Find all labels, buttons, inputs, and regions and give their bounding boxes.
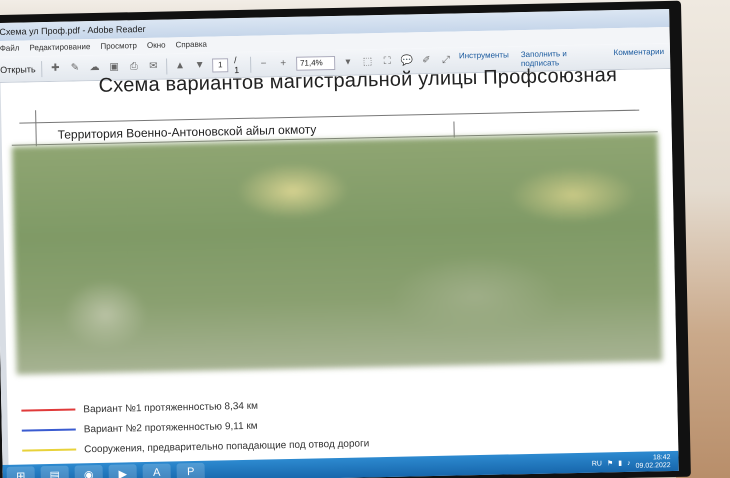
fit-page-icon[interactable]: ⬚: [361, 55, 375, 69]
page-up-icon[interactable]: ▲: [173, 59, 187, 73]
legend-swatch-yellow: [22, 448, 77, 452]
menu-file[interactable]: Файл: [0, 44, 20, 57]
toolbar-separator: [249, 56, 251, 73]
open-button[interactable]: Открыть: [0, 64, 36, 75]
menu-window[interactable]: Окно: [147, 41, 166, 54]
print-icon[interactable]: ⎙: [127, 60, 141, 74]
expand-icon[interactable]: ⤢: [439, 53, 453, 67]
menu-help[interactable]: Справка: [175, 40, 207, 54]
chrome-icon[interactable]: ◉: [74, 464, 103, 478]
save-icon[interactable]: ▣: [107, 60, 121, 74]
comment-icon[interactable]: 💬: [400, 54, 414, 68]
legend-label: Сооружения, предварительно попадающие по…: [84, 437, 370, 455]
frame-line: [19, 109, 640, 124]
frame-line: [35, 110, 37, 147]
zoom-select[interactable]: 71,4%: [295, 55, 336, 71]
page-number-input[interactable]: 1: [212, 57, 229, 73]
network-icon[interactable]: ▮: [618, 459, 622, 467]
start-icon[interactable]: ⊞: [6, 466, 35, 478]
email-icon[interactable]: ✉: [147, 59, 161, 73]
toolbar-separator: [41, 60, 43, 77]
legend-label: Вариант №1 протяженностью 8,34 км: [83, 400, 259, 415]
blurred-map-image: [11, 133, 663, 375]
media-player-icon[interactable]: ▶: [108, 464, 137, 478]
language-indicator[interactable]: RU: [592, 460, 602, 467]
toolbar-separator: [166, 57, 168, 75]
frame-line: [453, 121, 455, 138]
legend-swatch-blue: [21, 428, 76, 432]
chevron-down-icon[interactable]: ▾: [341, 55, 355, 69]
legend: Вариант №1 протяженностью 8,34 км Вариан…: [21, 393, 369, 460]
menu-edit[interactable]: Редактирование: [29, 42, 90, 56]
edit-icon[interactable]: ✎: [68, 61, 82, 75]
clock-date: 09.02.2022: [635, 462, 671, 470]
powerpoint-icon[interactable]: P: [176, 462, 205, 478]
cloud-upload-icon[interactable]: ☁: [88, 60, 102, 74]
explorer-icon[interactable]: ▤: [40, 465, 69, 478]
fit-width-icon[interactable]: ⛶: [380, 54, 394, 68]
highlight-icon[interactable]: ✐: [419, 53, 433, 67]
legend-label: Вариант №2 протяженностью 9,11 км: [83, 420, 258, 435]
monitor: Схема ул Проф.pdf - Adobe Reader Файл Ре…: [0, 0, 691, 478]
legend-swatch-red: [21, 408, 76, 412]
zoom-out-icon[interactable]: −: [257, 57, 271, 71]
volume-icon[interactable]: ♪: [627, 459, 631, 466]
create-pdf-icon[interactable]: ✚: [48, 61, 62, 75]
system-tray: RU ⚑ ▮ ♪ 18:42 09.02.2022: [592, 454, 679, 472]
zoom-in-icon[interactable]: +: [276, 56, 290, 70]
menu-view[interactable]: Просмотр: [100, 41, 137, 55]
clock[interactable]: 18:42 09.02.2022: [635, 454, 671, 471]
flag-icon[interactable]: ⚑: [607, 459, 613, 467]
comments-button[interactable]: Комментарии: [614, 47, 665, 66]
document-page: Схема вариантов магистральной улицы Проф…: [0, 64, 679, 474]
screen: Схема ул Проф.pdf - Adobe Reader Файл Ре…: [0, 8, 679, 478]
acrobat-icon[interactable]: A: [142, 463, 171, 478]
page-down-icon[interactable]: ▼: [193, 58, 207, 72]
